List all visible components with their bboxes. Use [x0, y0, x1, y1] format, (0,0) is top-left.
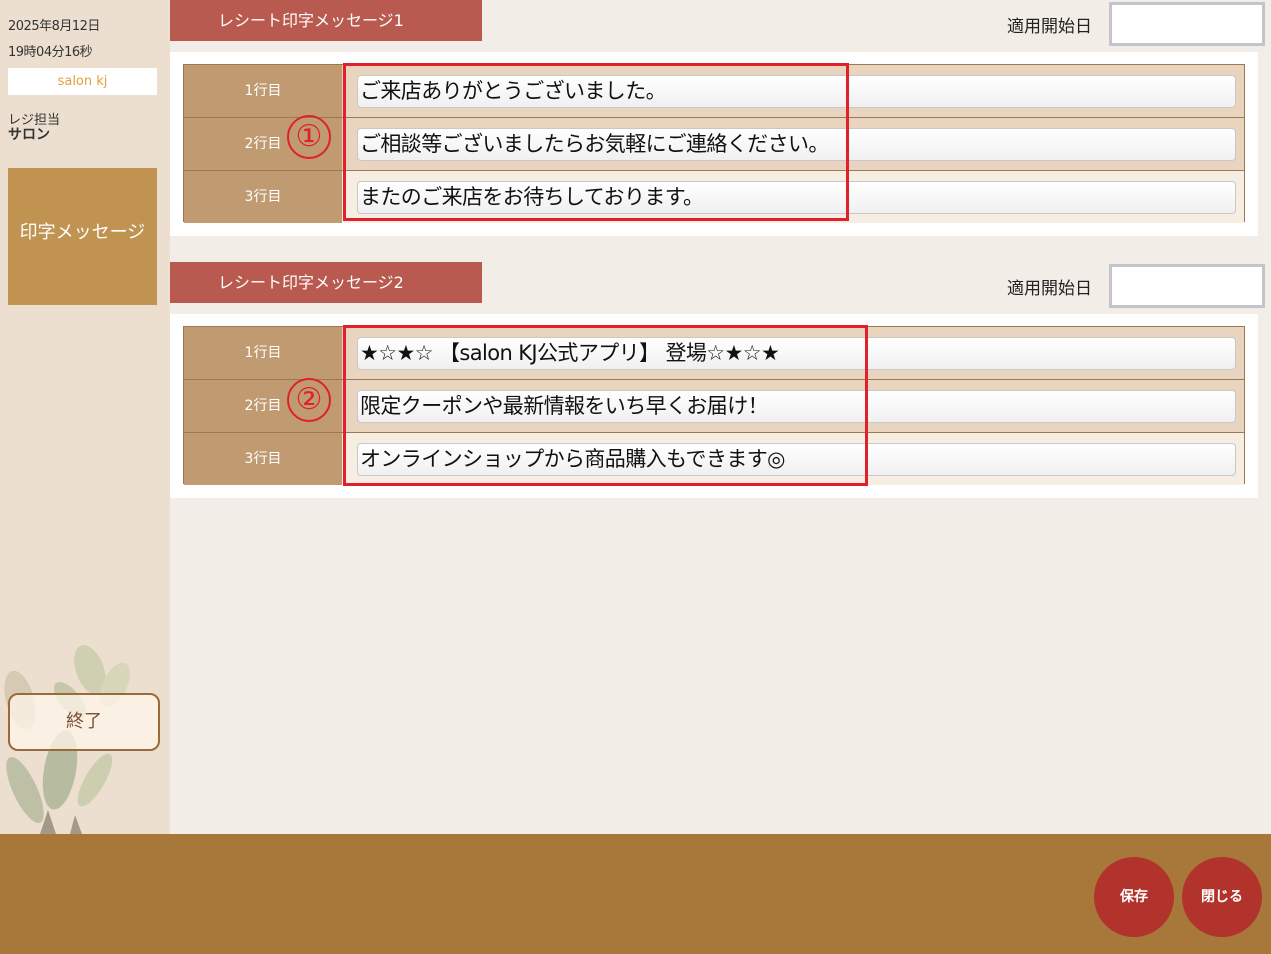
message-line-1-input[interactable]: ★☆★☆ 【salon KJ公式アプリ】 登場☆★☆★: [357, 337, 1236, 370]
end-button[interactable]: 終了: [8, 693, 160, 751]
menu-item-print-message[interactable]: 印字メッセージ: [8, 168, 157, 305]
table-row: 2行目 限定クーポンや最新情報をいち早くお届け！: [184, 380, 1244, 432]
section1-title: レシート印字メッセージ1: [170, 0, 482, 41]
section2-title: レシート印字メッセージ2: [170, 262, 482, 303]
section1-start-date-label: 適用開始日: [1007, 17, 1092, 37]
row-label: 1行目: [184, 65, 342, 117]
store-name: salon kj: [8, 68, 157, 95]
table-row: 2行目 ご相談等ございましたらお気軽にご連絡ください。: [184, 118, 1244, 170]
row-label: 3行目: [184, 171, 342, 223]
section2-start-date-input[interactable]: [1109, 264, 1265, 308]
table-row: 3行目 オンラインショップから商品購入もできます◎: [184, 433, 1244, 485]
current-date: 2025年8月12日: [8, 19, 100, 34]
message-line-3-input[interactable]: オンラインショップから商品購入もできます◎: [357, 443, 1236, 476]
section1-message-table: 1行目 ご来店ありがとうございました。 2行目 ご相談等ございましたらお気軽にご…: [183, 64, 1245, 223]
sidebar: 2025年8月12日 19時04分16秒 salon kj レジ担当 サロン 印…: [0, 0, 170, 834]
message-line-1-input[interactable]: ご来店ありがとうございました。: [357, 75, 1236, 108]
current-time: 19時04分16秒: [8, 45, 93, 60]
section1-start-date-input[interactable]: [1109, 2, 1265, 46]
section2-message-table: 1行目 ★☆★☆ 【salon KJ公式アプリ】 登場☆★☆★ 2行目 限定クー…: [183, 326, 1245, 485]
annotation-number-1: ①: [287, 115, 331, 159]
close-button[interactable]: 閉じる: [1182, 857, 1262, 937]
row-label: 1行目: [184, 327, 342, 379]
table-row: 3行目 またのご来店をお待ちしております。: [184, 171, 1244, 223]
row-label: 3行目: [184, 433, 342, 485]
message-line-2-input[interactable]: 限定クーポンや最新情報をいち早くお届け！: [357, 390, 1236, 423]
annotation-number-2: ②: [287, 378, 331, 422]
staff-name: サロン: [8, 127, 50, 143]
section2-start-date-label: 適用開始日: [1007, 279, 1092, 299]
footer-bar: 保存 閉じる: [0, 834, 1271, 954]
message-line-2-input[interactable]: ご相談等ございましたらお気軽にご連絡ください。: [357, 128, 1236, 161]
save-button[interactable]: 保存: [1094, 857, 1174, 937]
table-row: 1行目 ご来店ありがとうございました。: [184, 65, 1244, 117]
table-row: 1行目 ★☆★☆ 【salon KJ公式アプリ】 登場☆★☆★: [184, 327, 1244, 379]
message-line-3-input[interactable]: またのご来店をお待ちしております。: [357, 181, 1236, 214]
